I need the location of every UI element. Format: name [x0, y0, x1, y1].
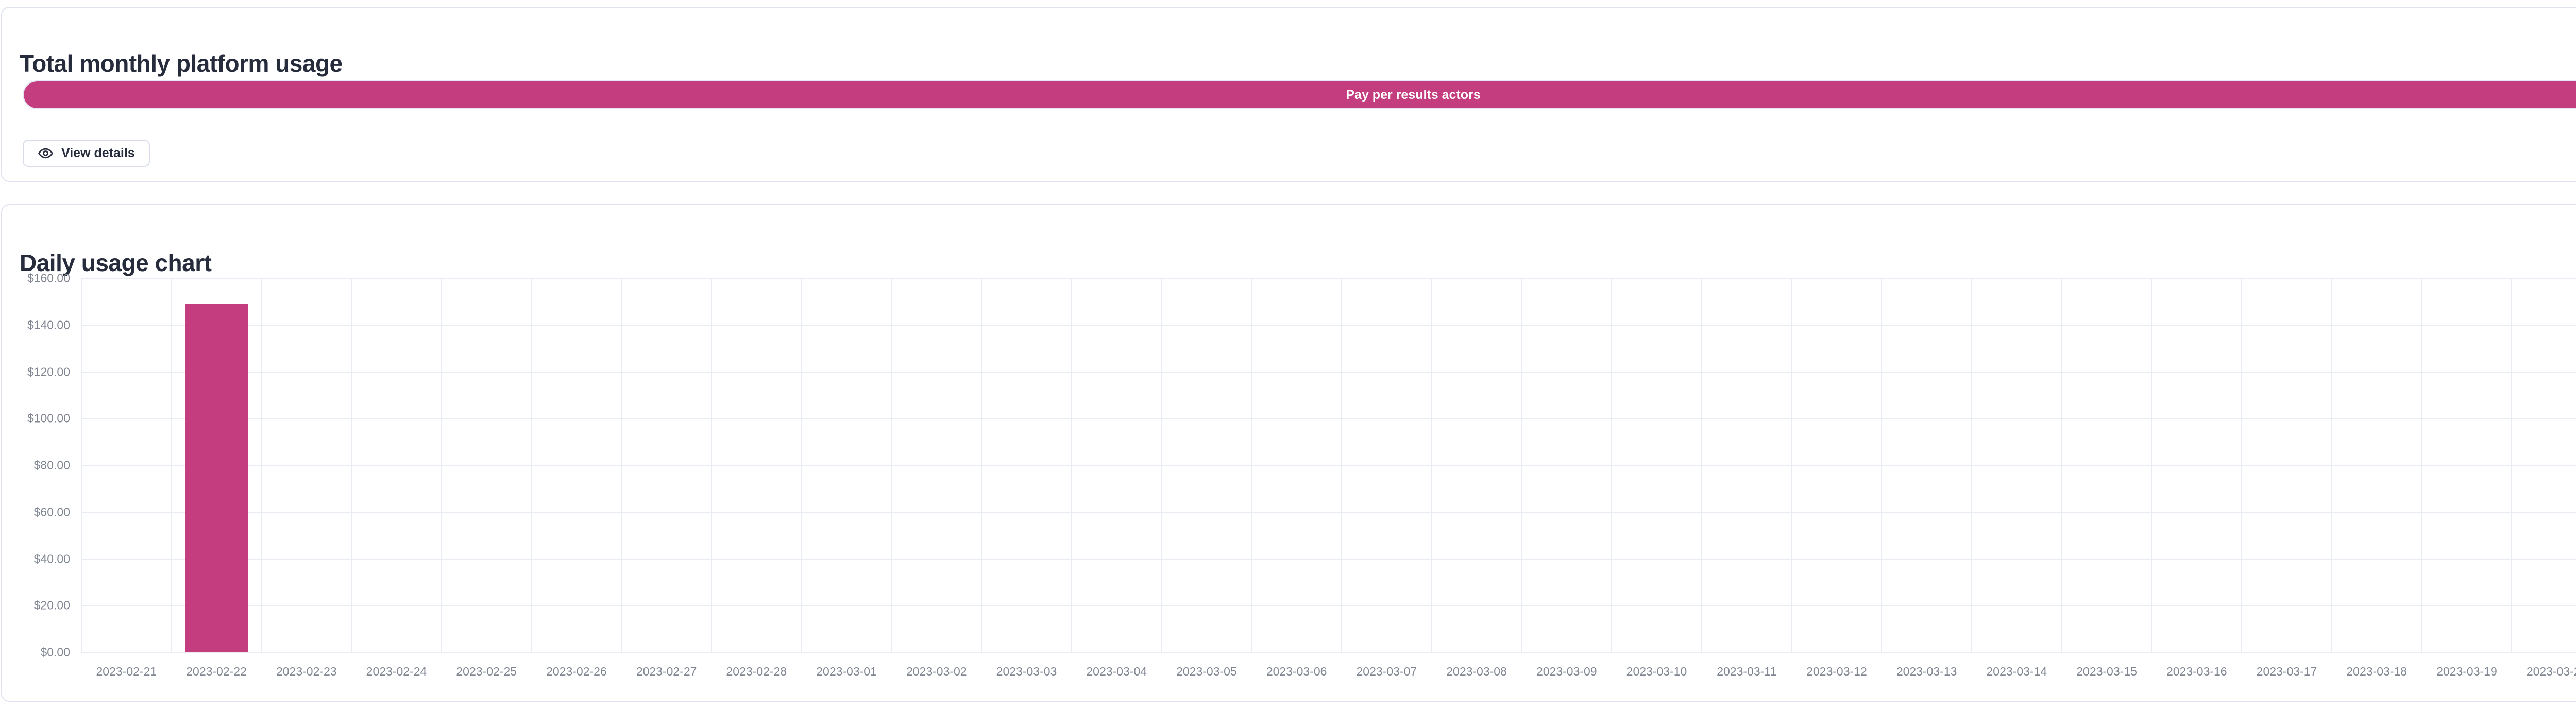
view-details-button[interactable]: View details [23, 140, 150, 167]
y-gridline [81, 278, 2576, 279]
x-axis-tick-label: 2023-02-24 [366, 665, 427, 679]
usage-progress-label: Pay per results actors [1346, 88, 1480, 103]
x-gridline [2241, 278, 2242, 652]
daily-usage-chart-card: Daily usage chart Absolute Cumulative $0… [1, 204, 2576, 702]
x-axis-tick-label: 2023-03-07 [1357, 665, 1417, 679]
y-axis-tick-label: $120.00 [27, 365, 70, 379]
x-gridline [2331, 278, 2332, 652]
x-gridline [981, 278, 982, 652]
x-gridline [621, 278, 622, 652]
y-axis-tick-label: $40.00 [34, 552, 70, 566]
y-gridline [81, 465, 2576, 466]
x-axis-tick-label: 2023-03-09 [1536, 665, 1597, 679]
y-axis-tick-label: $80.00 [34, 459, 70, 472]
y-gridline [81, 325, 2576, 326]
x-axis-tick-label: 2023-03-20 [2527, 665, 2576, 679]
x-axis-tick-label: 2023-02-26 [546, 665, 607, 679]
x-gridline [1971, 278, 1972, 652]
x-axis-tick-label: 2023-03-06 [1266, 665, 1327, 679]
x-axis-tick-label: 2023-02-21 [96, 665, 157, 679]
x-gridline [441, 278, 442, 652]
x-axis-tick-label: 2023-02-28 [726, 665, 787, 679]
x-axis-tick-label: 2023-02-27 [636, 665, 697, 679]
x-axis-tick-label: 2023-03-19 [2436, 665, 2497, 679]
x-gridline [891, 278, 892, 652]
x-gridline [2421, 278, 2422, 652]
x-axis-tick-label: 2023-03-12 [1806, 665, 1867, 679]
x-axis-tick-label: 2023-03-17 [2257, 665, 2317, 679]
y-axis-tick-label: $140.00 [27, 318, 70, 332]
x-axis-tick-label: 2023-03-02 [906, 665, 967, 679]
x-gridline [2151, 278, 2152, 652]
usage-card-title: Total monthly platform usage [20, 49, 343, 77]
x-axis-tick-label: 2023-03-14 [1987, 665, 2047, 679]
x-gridline [1161, 278, 1162, 652]
x-gridline [351, 278, 352, 652]
y-axis-tick-label: $0.00 [40, 646, 70, 660]
x-axis-tick-label: 2023-02-22 [186, 665, 247, 679]
usage-progress-fill[interactable]: Pay per results actors [24, 81, 2576, 108]
total-usage-card: Total monthly platform usage $150.00 Pay… [1, 7, 2576, 182]
x-axis-tick-label: 2023-03-05 [1176, 665, 1237, 679]
bar-chart-plot-area: $0.00$20.00$40.00$60.00$80.00$100.00$120… [81, 278, 2576, 652]
y-axis-tick-label: $100.00 [27, 412, 70, 426]
x-gridline [1341, 278, 1342, 652]
x-gridline [1881, 278, 1882, 652]
usage-progress-track: Pay per results actors [23, 80, 2576, 109]
bar-actors-paid-for-results[interactable] [185, 304, 248, 652]
x-axis-tick-label: 2023-03-18 [2346, 665, 2407, 679]
x-axis-tick-label: 2023-02-25 [456, 665, 517, 679]
y-gridline [81, 512, 2576, 513]
x-gridline [171, 278, 172, 652]
y-gridline [81, 372, 2576, 373]
x-axis-tick-label: 2023-03-03 [996, 665, 1057, 679]
x-axis-tick-label: 2023-03-16 [2166, 665, 2227, 679]
x-gridline [1431, 278, 1432, 652]
x-axis-tick-label: 2023-03-13 [1896, 665, 1957, 679]
x-axis-tick-label: 2023-03-08 [1446, 665, 1507, 679]
y-gridline [81, 652, 2576, 653]
x-gridline [1791, 278, 1792, 652]
x-gridline [1521, 278, 1522, 652]
x-axis-tick-label: 2023-03-01 [816, 665, 877, 679]
x-gridline [1251, 278, 1252, 652]
view-details-label: View details [61, 146, 135, 161]
x-gridline [2511, 278, 2512, 652]
x-gridline [2061, 278, 2062, 652]
x-gridline [1611, 278, 1612, 652]
x-axis-tick-label: 2023-03-11 [1717, 665, 1776, 679]
x-axis-tick-label: 2023-02-23 [276, 665, 337, 679]
x-gridline [801, 278, 802, 652]
x-axis-tick-label: 2023-03-10 [1626, 665, 1687, 679]
y-axis-tick-label: $20.00 [34, 599, 70, 613]
x-gridline [1701, 278, 1702, 652]
y-gridline [81, 605, 2576, 606]
y-gridline [81, 418, 2576, 419]
x-gridline [531, 278, 532, 652]
x-gridline [81, 278, 82, 652]
x-gridline [1071, 278, 1072, 652]
x-gridline [261, 278, 262, 652]
y-axis-tick-label: $60.00 [34, 505, 70, 519]
y-gridline [81, 559, 2576, 560]
x-axis-tick-label: 2023-03-04 [1086, 665, 1147, 679]
eye-icon [38, 145, 54, 161]
y-axis-tick-label: $160.00 [27, 272, 70, 285]
x-axis-tick-label: 2023-03-15 [2076, 665, 2137, 679]
x-gridline [711, 278, 712, 652]
